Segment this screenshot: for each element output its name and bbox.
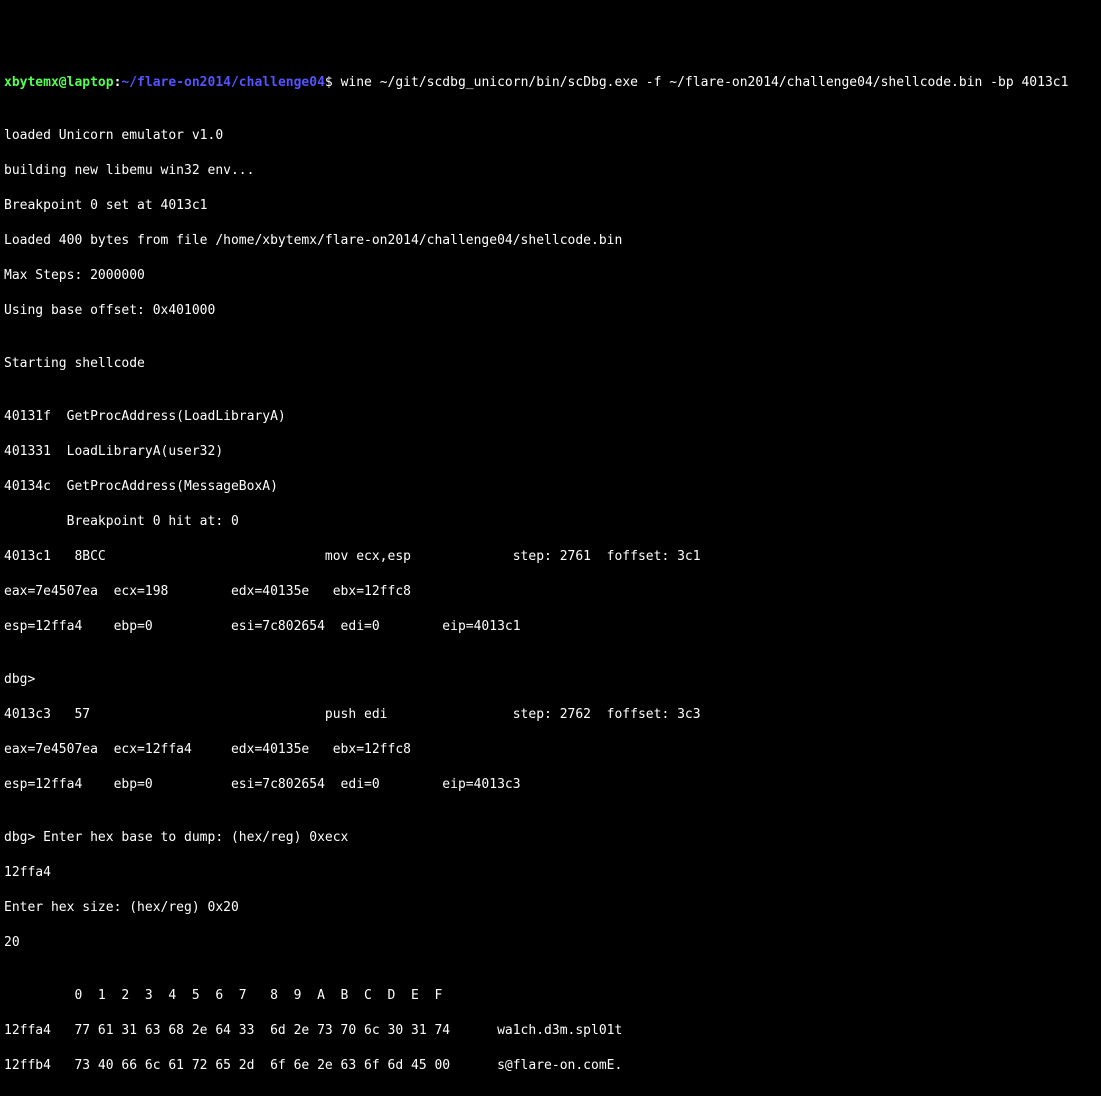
dbg-prompt[interactable]: dbg> — [4, 671, 1097, 689]
output-line: esp=12ffa4 ebp=0 esi=7c802654 edi=0 eip=… — [4, 618, 1097, 636]
output-line: Starting shellcode — [4, 355, 1097, 373]
output-line: Using base offset: 0x401000 — [4, 302, 1097, 320]
output-line: loaded Unicorn emulator v1.0 — [4, 127, 1097, 145]
output-line: Breakpoint 0 set at 4013c1 — [4, 197, 1097, 215]
output-line: Loaded 400 bytes from file /home/xbytemx… — [4, 232, 1097, 250]
prompt-line[interactable]: xbytemx@laptop:~/flare-on2014/challenge0… — [4, 74, 1097, 92]
output-line: esp=12ffa4 ebp=0 esi=7c802654 edi=0 eip=… — [4, 776, 1097, 794]
output-line: eax=7e4507ea ecx=198 edx=40135e ebx=12ff… — [4, 583, 1097, 601]
prompt-dollar: $ — [325, 75, 341, 90]
output-line: Max Steps: 2000000 — [4, 267, 1097, 285]
output-line: eax=7e4507ea ecx=12ffa4 edx=40135e ebx=1… — [4, 741, 1097, 759]
prompt-path: ~/flare-on2014/challenge04 — [121, 75, 325, 90]
output-line: 4013c3 57 push edi step: 2762 foffset: 3… — [4, 706, 1097, 724]
output-line: building new libemu win32 env... — [4, 162, 1097, 180]
command-text: wine ~/git/scdbg_unicorn/bin/scDbg.exe -… — [341, 75, 1069, 90]
hex-row: 12ffb4 73 40 66 6c 61 72 65 2d 6f 6e 2e … — [4, 1057, 1097, 1075]
hex-header: 0 1 2 3 4 5 6 7 8 9 A B C D E F — [4, 987, 1097, 1005]
output-line: 12ffa4 — [4, 864, 1097, 882]
output-line: 401331 LoadLibraryA(user32) — [4, 443, 1097, 461]
prompt-user: xbytemx@laptop — [4, 75, 114, 90]
output-line: 4013c1 8BCC mov ecx,esp step: 2761 foffs… — [4, 548, 1097, 566]
output-line: 20 — [4, 934, 1097, 952]
output-line: 40131f GetProcAddress(LoadLibraryA) — [4, 408, 1097, 426]
hex-row: 12ffa4 77 61 31 63 68 2e 64 33 6d 2e 73 … — [4, 1022, 1097, 1040]
output-line: Enter hex size: (hex/reg) 0x20 — [4, 899, 1097, 917]
output-line: Breakpoint 0 hit at: 0 — [4, 513, 1097, 531]
output-line: 40134c GetProcAddress(MessageBoxA) — [4, 478, 1097, 496]
dbg-prompt[interactable]: dbg> Enter hex base to dump: (hex/reg) 0… — [4, 829, 1097, 847]
